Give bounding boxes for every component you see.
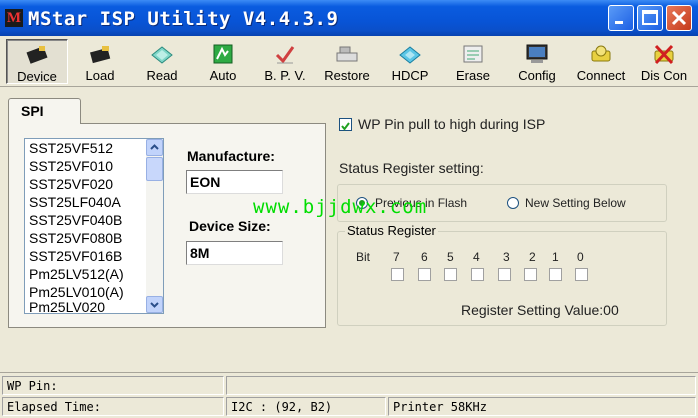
wp-pin-label: WP Pin pull to high during ISP: [358, 116, 546, 132]
printer-status: Printer 58KHz: [388, 397, 696, 416]
bit-label: Bit: [356, 250, 371, 264]
status-register-group-title: Status Register: [345, 223, 438, 238]
scroll-thumb[interactable]: [146, 157, 163, 181]
hdcp-button[interactable]: HDCP: [379, 39, 441, 84]
bit-5-checkbox[interactable]: [444, 268, 457, 281]
list-item[interactable]: Pm25LV512(A): [29, 266, 124, 282]
read-label: Read: [146, 68, 178, 83]
hdcp-label: HDCP: [391, 68, 429, 83]
toolbar: Device Load Read Auto B. P. V. Restore H…: [0, 36, 698, 87]
bit-7-checkbox[interactable]: [391, 268, 404, 281]
app-logo-icon: M: [5, 9, 23, 27]
elapsed-time-status: Elapsed Time:: [2, 397, 224, 416]
bit-number: 0: [577, 250, 584, 264]
bpv-button[interactable]: B. P. V.: [254, 39, 316, 84]
close-button[interactable]: [666, 5, 692, 31]
list-item[interactable]: SST25VF080B: [29, 230, 122, 246]
wp-pin-status: WP Pin:: [2, 376, 224, 395]
load-label: Load: [85, 68, 115, 83]
bit-4-checkbox[interactable]: [471, 268, 484, 281]
bit-1-checkbox[interactable]: [549, 268, 562, 281]
scroll-down-button[interactable]: [146, 296, 163, 313]
auto-button[interactable]: Auto: [192, 39, 254, 84]
device-list-scrollbar[interactable]: [146, 139, 163, 313]
minimize-button[interactable]: [608, 5, 634, 31]
close-icon: [671, 10, 687, 26]
bit-number: 5: [447, 250, 454, 264]
erase-label: Erase: [456, 68, 490, 83]
hdcp-icon: [399, 46, 421, 64]
bit-2-checkbox[interactable]: [524, 268, 537, 281]
auto-icon: [213, 44, 233, 64]
config-button[interactable]: Config: [506, 39, 568, 84]
bpv-icon: [275, 46, 295, 64]
maximize-button[interactable]: [637, 5, 663, 31]
restore-button[interactable]: Restore: [316, 39, 378, 84]
list-item[interactable]: SST25VF020: [29, 176, 113, 192]
bit-number: 6: [421, 250, 428, 264]
device-label: Device: [17, 69, 57, 84]
list-item[interactable]: SST25LF040A: [29, 194, 121, 210]
bit-6-checkbox[interactable]: [418, 268, 431, 281]
connect-label: Connect: [576, 68, 626, 83]
disconnect-button[interactable]: Dis Con: [633, 39, 695, 84]
chip-icon: [26, 46, 48, 64]
bit-number: 4: [473, 250, 480, 264]
bit-number: 2: [529, 250, 536, 264]
list-item[interactable]: SST25VF010: [29, 158, 113, 174]
checkmark-icon: [341, 122, 350, 131]
list-item[interactable]: SST25VF040B: [29, 212, 122, 228]
bit-0-checkbox[interactable]: [575, 268, 588, 281]
erase-icon: [463, 45, 483, 63]
tab-spi[interactable]: SPI: [8, 98, 81, 124]
bit-number: 7: [393, 250, 400, 264]
chevron-up-icon: [150, 144, 159, 150]
tab-spi-label: SPI: [21, 103, 44, 119]
read-icon: [151, 46, 173, 64]
device-size-field[interactable]: 8M: [186, 241, 283, 265]
connect-button[interactable]: Connect: [570, 39, 632, 84]
chevron-down-icon: [150, 302, 159, 308]
load-button[interactable]: Load: [69, 39, 131, 84]
i2c-status: I2C : (92, B2): [226, 397, 386, 416]
status-panel-empty: [226, 376, 696, 395]
watermark: www.bjjdwx.com: [253, 196, 428, 218]
list-item[interactable]: Pm25LV020: [29, 299, 105, 313]
register-setting-value: Register Setting Value:00: [461, 302, 619, 318]
status-bar: WP Pin: Elapsed Time: I2C : (92, B2) Pri…: [0, 372, 698, 418]
list-item[interactable]: SST25VF016B: [29, 248, 122, 264]
connect-icon: [591, 45, 611, 62]
config-icon: [526, 44, 548, 63]
device-listbox[interactable]: SST25VF512 SST25VF010 SST25VF020 SST25LF…: [24, 138, 164, 314]
list-item[interactable]: Pm25LV010(A): [29, 284, 124, 300]
bpv-label: B. P. V.: [264, 68, 306, 83]
manufacture-label: Manufacture:: [187, 148, 275, 164]
device-button[interactable]: Device: [6, 39, 68, 84]
disconnect-label: Dis Con: [640, 68, 688, 83]
window-title: MStar ISP Utility V4.4.3.9: [28, 8, 339, 30]
restore-icon: [336, 46, 358, 62]
minimize-icon: [615, 21, 623, 24]
erase-button[interactable]: Erase: [442, 39, 504, 84]
manufacture-field[interactable]: EON: [186, 170, 283, 194]
bit-number: 1: [552, 250, 559, 264]
config-label: Config: [518, 68, 556, 83]
title-bar: M MStar ISP Utility V4.4.3.9: [0, 0, 698, 36]
read-button[interactable]: Read: [131, 39, 193, 84]
wp-pin-checkbox[interactable]: [339, 118, 352, 131]
scroll-up-button[interactable]: [146, 139, 163, 156]
status-register-setting-label: Status Register setting:: [339, 160, 484, 176]
chip-load-icon: [90, 46, 111, 64]
maximize-icon: [642, 10, 658, 25]
device-size-label: Device Size:: [189, 218, 271, 234]
bit-3-checkbox[interactable]: [498, 268, 511, 281]
bit-number: 3: [503, 250, 510, 264]
restore-label: Restore: [324, 68, 370, 83]
disconnect-icon: [654, 44, 674, 65]
list-item[interactable]: SST25VF512: [29, 140, 113, 156]
auto-label: Auto: [209, 68, 237, 83]
